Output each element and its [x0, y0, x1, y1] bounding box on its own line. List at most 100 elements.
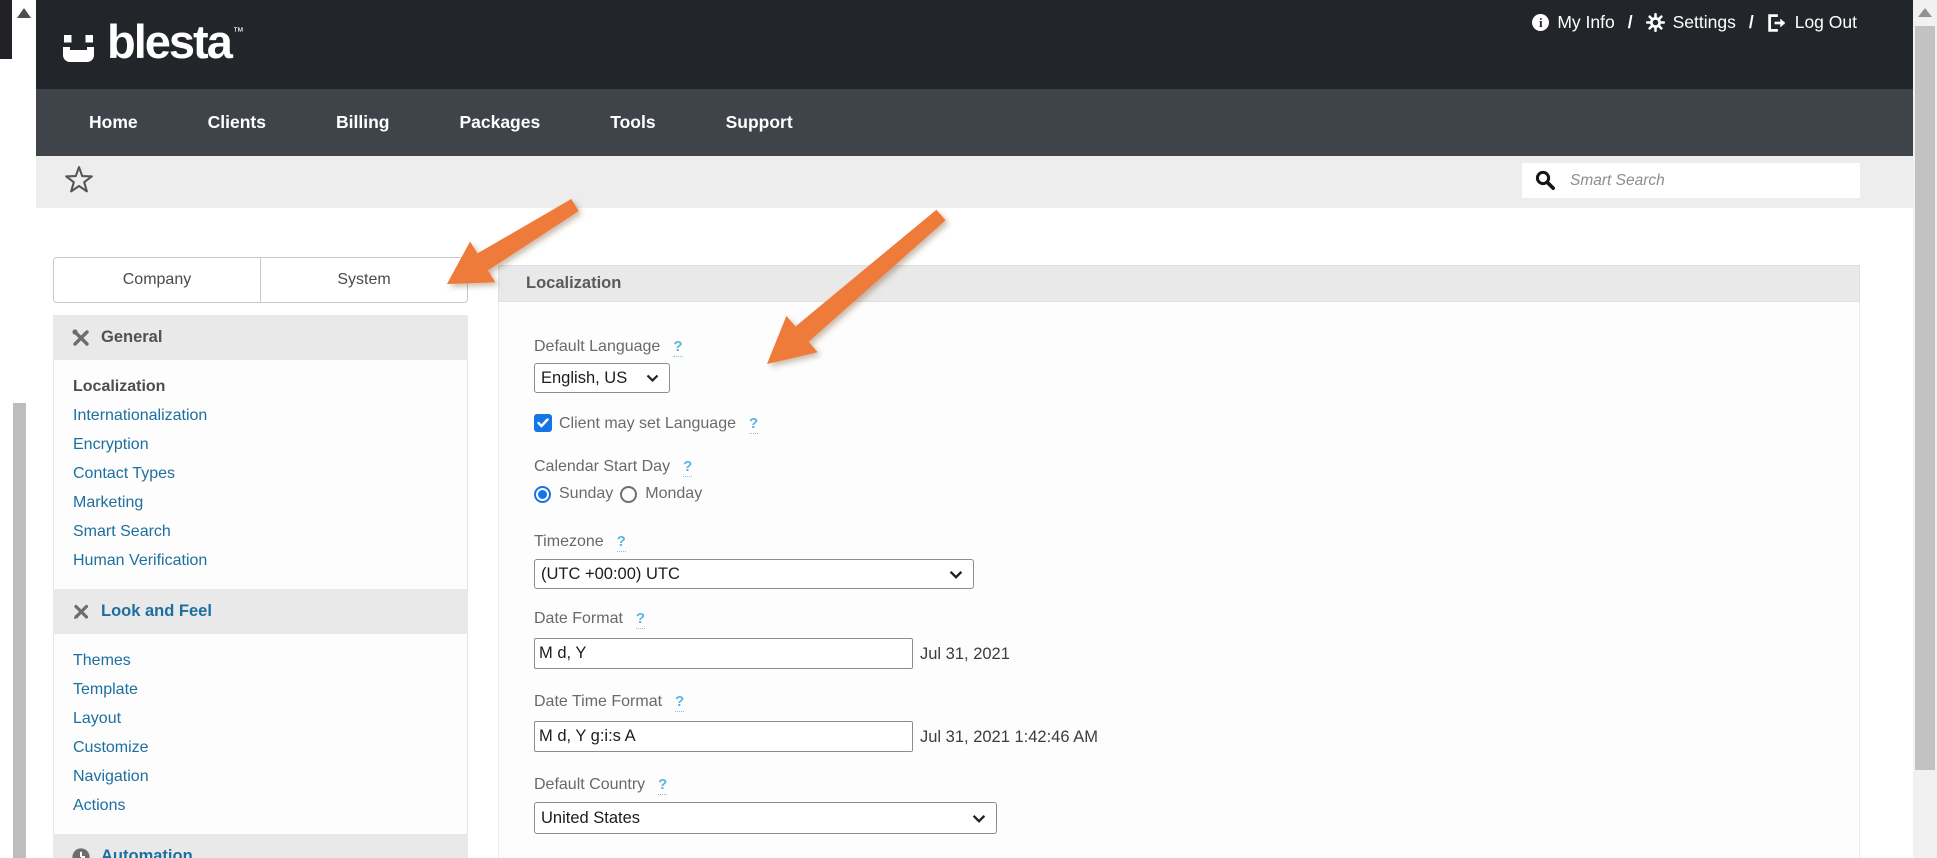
top-header-bar: blesta ™ i My Info /	[36, 0, 1913, 89]
help-client-may-set-language[interactable]: ?	[749, 415, 758, 434]
separator: /	[1746, 12, 1757, 33]
sidebar-item-human-verification[interactable]: Human Verification	[54, 546, 467, 575]
log-out-label: Log Out	[1795, 12, 1857, 33]
log-out-icon	[1767, 14, 1787, 32]
tab-company[interactable]: Company	[54, 258, 261, 302]
nav-item-clients[interactable]: Clients	[173, 89, 301, 156]
help-default-language[interactable]: ?	[673, 338, 682, 357]
left-scrollbar-thumb[interactable]	[13, 403, 26, 858]
separator: /	[1625, 12, 1636, 33]
my-info-label: My Info	[1557, 12, 1614, 33]
sidebar-item-marketing[interactable]: Marketing	[54, 488, 467, 517]
blesta-logo[interactable]: blesta ™	[63, 16, 244, 68]
sidebar-item-layout[interactable]: Layout	[54, 704, 467, 733]
search-icon	[1535, 170, 1556, 191]
date-format-input[interactable]	[534, 638, 913, 669]
sidebar-item-template[interactable]: Template	[54, 675, 467, 704]
left-scroll-up-icon[interactable]	[17, 8, 31, 18]
main-nav: Home Clients Billing Packages Tools Supp…	[36, 89, 1913, 156]
help-calendar-start-day[interactable]: ?	[683, 458, 692, 477]
my-info-link[interactable]: i My Info	[1532, 12, 1614, 33]
nav-item-support[interactable]: Support	[691, 89, 828, 156]
sidebar-section-general[interactable]: General	[53, 315, 468, 360]
label-text: Client may set Language	[559, 415, 736, 432]
smart-search-box	[1522, 163, 1860, 198]
date-time-format-label: Date Time Format?	[534, 693, 684, 711]
help-default-country[interactable]: ?	[658, 776, 667, 795]
panel-title-text: Localization	[526, 274, 621, 293]
tab-system[interactable]: System	[261, 258, 467, 302]
nav-item-billing[interactable]: Billing	[301, 89, 424, 156]
label-text: Default Country	[534, 776, 645, 793]
gear-icon	[1646, 13, 1665, 32]
timezone-select[interactable]: (UTC +00:00) UTC	[534, 559, 974, 589]
toolbar	[36, 156, 1913, 208]
label-text: Calendar Start Day	[534, 458, 670, 475]
nav-item-packages[interactable]: Packages	[424, 89, 575, 156]
scroll-up-icon	[1918, 8, 1932, 17]
sidebar-item-customize[interactable]: Customize	[54, 733, 467, 762]
default-language-label: Default Language?	[534, 338, 683, 356]
sidebar-item-encryption[interactable]: Encryption	[54, 430, 467, 459]
label-text: Date Format	[534, 610, 623, 627]
nav-item-tools[interactable]: Tools	[575, 89, 690, 156]
settings-label: Settings	[1673, 12, 1736, 33]
chevron-down-icon	[972, 814, 986, 823]
calendar-start-day-options: Sunday Monday	[534, 485, 709, 503]
settings-sidebar: General Localization Internationalizatio…	[53, 315, 468, 858]
sidebar-item-navigation[interactable]: Navigation	[54, 762, 467, 791]
nav-item-home[interactable]: Home	[54, 89, 173, 156]
search-input[interactable]	[1570, 163, 1860, 198]
scroll-up-button[interactable]	[1913, 0, 1937, 24]
date-time-format-example: Jul 31, 2021 1:42:46 AM	[920, 728, 1098, 747]
help-date-format[interactable]: ?	[636, 610, 645, 629]
chevron-down-icon	[949, 570, 963, 579]
settings-link[interactable]: Settings	[1646, 12, 1736, 33]
default-country-select[interactable]: United States	[534, 802, 997, 834]
account-menu: i My Info / Settings	[1532, 12, 1857, 33]
sidebar-item-contact-types[interactable]: Contact Types	[54, 459, 467, 488]
help-timezone[interactable]: ?	[617, 533, 626, 552]
radio-monday-label[interactable]: Monday	[645, 485, 702, 503]
sidebar-section-look-and-feel[interactable]: Look and Feel	[53, 589, 468, 634]
label-text: Timezone	[534, 533, 604, 550]
settings-scope-tabs: Company System	[53, 257, 468, 303]
radio-sunday-label[interactable]: Sunday	[559, 485, 613, 503]
label-text: Date Time Format	[534, 693, 662, 710]
star-icon	[64, 165, 94, 196]
radio-monday[interactable]	[620, 486, 637, 503]
client-may-set-language-label[interactable]: Client may set Language?	[559, 415, 758, 433]
favorite-star-button[interactable]	[64, 165, 96, 199]
sidebar-list-look-and-feel: Themes Template Layout Customize Navigat…	[53, 634, 468, 834]
right-scrollbar-thumb[interactable]	[1915, 26, 1935, 770]
left-gutter-block	[0, 0, 12, 59]
default-language-select[interactable]: English, US	[534, 363, 670, 393]
sidebar-item-actions[interactable]: Actions	[54, 791, 467, 820]
chevron-down-icon	[646, 374, 659, 382]
date-format-label: Date Format?	[534, 610, 645, 628]
sidebar-item-internationalization[interactable]: Internationalization	[54, 401, 467, 430]
date-time-format-input[interactable]	[534, 721, 913, 752]
sidebar-item-themes[interactable]: Themes	[54, 646, 467, 675]
radio-sunday[interactable]	[534, 486, 551, 503]
default-country-label: Default Country?	[534, 776, 667, 794]
sidebar-item-localization[interactable]: Localization	[54, 372, 467, 401]
log-out-link[interactable]: Log Out	[1767, 12, 1857, 33]
screen: blesta ™ i My Info /	[0, 0, 1937, 858]
panel-title: Localization	[498, 265, 1860, 302]
calendar-start-day-label: Calendar Start Day?	[534, 458, 692, 476]
select-value: United States	[541, 809, 640, 828]
label-text: Default Language	[534, 338, 660, 355]
app-window: blesta ™ i My Info /	[36, 0, 1913, 858]
sidebar-section-automation[interactable]: Automation	[53, 834, 468, 858]
logo-trademark: ™	[233, 26, 244, 38]
section-title: General	[101, 328, 162, 347]
tools-icon	[71, 328, 91, 348]
sidebar-item-smart-search[interactable]: Smart Search	[54, 517, 467, 546]
sidebar-list-general: Localization Internationalization Encryp…	[53, 360, 468, 589]
blesta-smiley-icon	[63, 35, 99, 62]
client-may-set-language-checkbox[interactable]	[534, 414, 552, 432]
right-scrollbar[interactable]	[1913, 0, 1937, 858]
panel-body: Default Language? English, US Client may…	[498, 302, 1860, 858]
help-date-time-format[interactable]: ?	[675, 693, 684, 712]
